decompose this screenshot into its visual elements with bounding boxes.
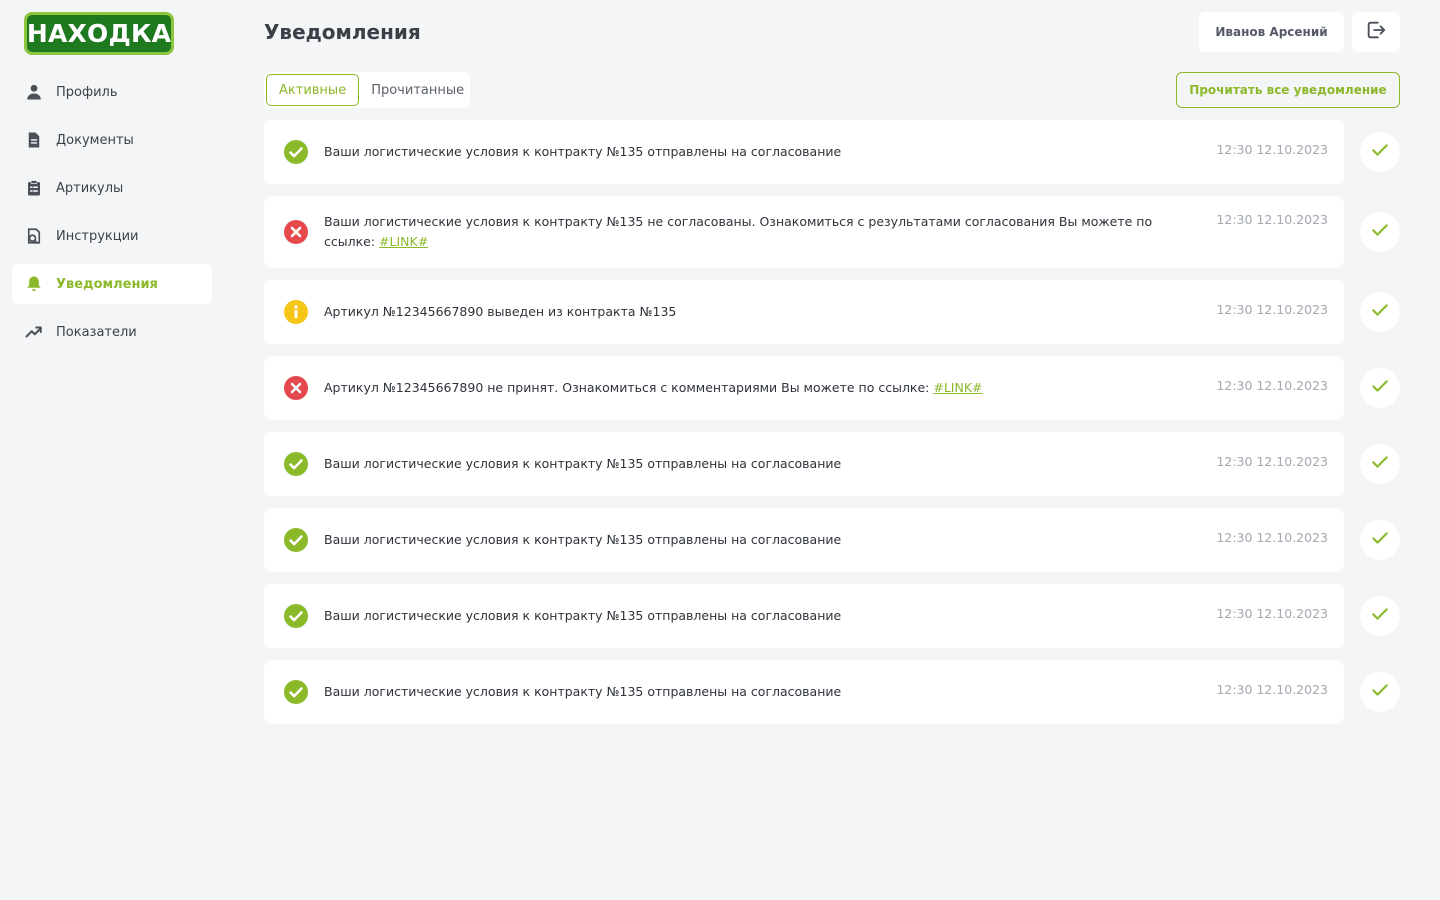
notification-timestamp: 12:30 12.10.2023 bbox=[1216, 378, 1328, 393]
check-icon bbox=[1370, 140, 1390, 164]
notification-message: Ваши логистические условия к контракту №… bbox=[324, 456, 842, 471]
page-title: Уведомления bbox=[264, 20, 421, 44]
mark-read-button[interactable] bbox=[1360, 672, 1400, 712]
notification-timestamp: 12:30 12.10.2023 bbox=[1216, 142, 1328, 157]
check-icon bbox=[1370, 604, 1390, 628]
notification-text: Ваши логистические условия к контракту №… bbox=[324, 606, 1184, 626]
notification-text: Ваши логистические условия к контракту №… bbox=[324, 530, 1184, 550]
sidebar-item-label: Документы bbox=[56, 132, 134, 148]
mark-read-button[interactable] bbox=[1360, 520, 1400, 560]
logout-icon bbox=[1365, 19, 1387, 45]
notification-message: Артикул №12345667890 выведен из контракт… bbox=[324, 304, 677, 319]
sidebar-item-profile[interactable]: Профиль bbox=[12, 72, 212, 112]
logout-button[interactable] bbox=[1352, 12, 1400, 52]
notification-timestamp: 12:30 12.10.2023 bbox=[1216, 530, 1328, 545]
notification-text: Артикул №12345667890 выведен из контракт… bbox=[324, 302, 1184, 322]
sidebar-item-notifications[interactable]: Уведомления bbox=[12, 264, 212, 304]
check-icon bbox=[1370, 300, 1390, 324]
read-all-button[interactable]: Прочитать все уведомление bbox=[1176, 72, 1400, 108]
sidebar-nav: Профиль Документы Артикулы Инструкции Ув… bbox=[12, 72, 212, 360]
sidebar-item-indicators[interactable]: Показатели bbox=[12, 312, 212, 352]
notification-timestamp: 12:30 12.10.2023 bbox=[1216, 682, 1328, 697]
error-x-icon bbox=[284, 220, 308, 244]
sidebar-item-label: Инструкции bbox=[56, 228, 139, 244]
document-icon bbox=[24, 130, 44, 150]
notification-text: Ваши логистические условия к контракту №… bbox=[324, 682, 1184, 702]
notification-timestamp: 12:30 12.10.2023 bbox=[1216, 302, 1328, 317]
notification-text: Ваши логистические условия к контракту №… bbox=[324, 142, 1184, 162]
sidebar-item-label: Артикулы bbox=[56, 180, 124, 196]
notification-text: Ваши логистические условия к контракту №… bbox=[324, 454, 1184, 474]
clipboard-icon bbox=[24, 178, 44, 198]
mark-read-button[interactable] bbox=[1360, 212, 1400, 252]
notification-card: Ваши логистические условия к контракту №… bbox=[264, 196, 1344, 268]
success-check-icon bbox=[284, 452, 308, 476]
user-icon bbox=[24, 82, 44, 102]
notification-card: Артикул №12345667890 не принят. Ознакоми… bbox=[264, 356, 1344, 420]
notification-timestamp: 12:30 12.10.2023 bbox=[1216, 212, 1328, 227]
mark-read-button[interactable] bbox=[1360, 292, 1400, 332]
app-root: НАХОДКА Профиль Документы Артикулы Инстр… bbox=[0, 0, 1440, 900]
notification-card: Ваши логистические условия к контракту №… bbox=[264, 660, 1344, 724]
user-profile-button[interactable]: Иванов Арсений bbox=[1199, 12, 1344, 52]
success-check-icon bbox=[284, 604, 308, 628]
notification-card: Артикул №12345667890 выведен из контракт… bbox=[264, 280, 1344, 344]
trend-icon bbox=[24, 322, 44, 342]
notification-message: Ваши логистические условия к контракту №… bbox=[324, 144, 842, 159]
notification-message: Ваши логистические условия к контракту №… bbox=[324, 214, 1153, 249]
sidebar-item-label: Уведомления bbox=[56, 276, 158, 292]
mark-read-button[interactable] bbox=[1360, 368, 1400, 408]
notification-message: Артикул №12345667890 не принят. Ознакоми… bbox=[324, 380, 934, 395]
notification-message: Ваши логистические условия к контракту №… bbox=[324, 684, 842, 699]
notification-link[interactable]: #LINK# bbox=[379, 234, 428, 249]
notification-card: Ваши логистические условия к контракту №… bbox=[264, 584, 1344, 648]
success-check-icon bbox=[284, 140, 308, 164]
check-icon bbox=[1370, 680, 1390, 704]
check-icon bbox=[1370, 220, 1390, 244]
sidebar-item-instructions[interactable]: Инструкции bbox=[12, 216, 212, 256]
success-check-icon bbox=[284, 680, 308, 704]
notification-card: Ваши логистические условия к контракту №… bbox=[264, 120, 1344, 184]
sidebar-item-label: Профиль bbox=[56, 84, 118, 100]
sidebar-item-documents[interactable]: Документы bbox=[12, 120, 212, 160]
notification-card: Ваши логистические условия к контракту №… bbox=[264, 432, 1344, 496]
tab-read[interactable]: Прочитанные bbox=[359, 74, 476, 106]
bell-icon bbox=[24, 274, 44, 294]
success-check-icon bbox=[284, 528, 308, 552]
mark-read-button[interactable] bbox=[1360, 132, 1400, 172]
notification-timestamp: 12:30 12.10.2023 bbox=[1216, 606, 1328, 621]
notification-message: Ваши логистические условия к контракту №… bbox=[324, 608, 842, 623]
mark-read-button[interactable] bbox=[1360, 444, 1400, 484]
sidebar-item-label: Показатели bbox=[56, 324, 137, 340]
notification-text: Ваши логистические условия к контракту №… bbox=[324, 212, 1184, 252]
notification-timestamp: 12:30 12.10.2023 bbox=[1216, 454, 1328, 469]
notification-tabs: Активные Прочитанные bbox=[264, 72, 470, 108]
check-icon bbox=[1370, 376, 1390, 400]
sidebar-item-articles[interactable]: Артикулы bbox=[12, 168, 212, 208]
info-icon bbox=[284, 300, 308, 324]
logo: НАХОДКА bbox=[24, 12, 174, 55]
error-x-icon bbox=[284, 376, 308, 400]
notification-link[interactable]: #LINK# bbox=[933, 380, 982, 395]
check-icon bbox=[1370, 452, 1390, 476]
tab-active[interactable]: Активные bbox=[266, 74, 360, 106]
instructions-icon bbox=[24, 226, 44, 246]
notification-card: Ваши логистические условия к контракту №… bbox=[264, 508, 1344, 572]
mark-read-button[interactable] bbox=[1360, 596, 1400, 636]
notification-text: Артикул №12345667890 не принят. Ознакоми… bbox=[324, 378, 1184, 398]
check-icon bbox=[1370, 528, 1390, 552]
notification-message: Ваши логистические условия к контракту №… bbox=[324, 532, 842, 547]
